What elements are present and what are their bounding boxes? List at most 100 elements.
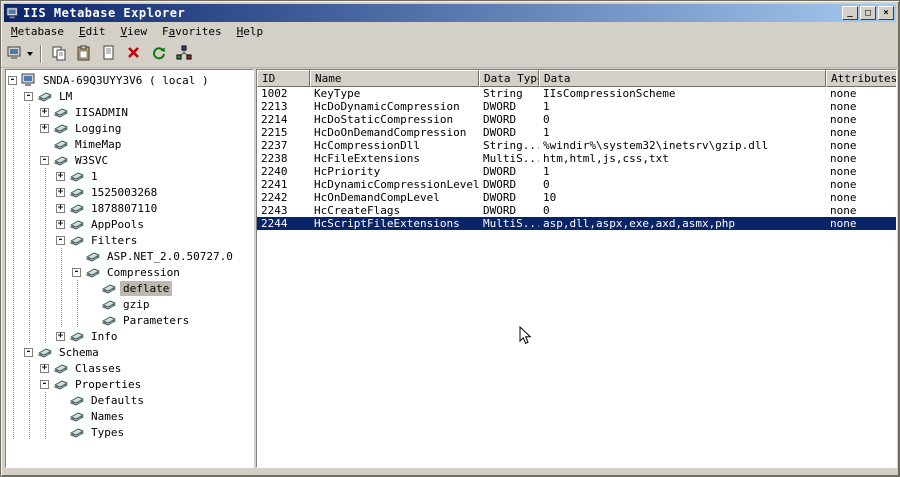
properties-button[interactable] [97,43,121,65]
maximize-button[interactable]: □ [860,6,876,20]
node-icon [101,281,117,295]
tree-expander-plus-icon[interactable]: + [40,120,52,136]
tree-item-names[interactable]: Names [8,408,253,424]
column-header-data-type[interactable]: Data Type [479,70,539,87]
tree-item-asp-net-2-0-50727-0[interactable]: ASP.NET_2.0.50727.0 [8,248,253,264]
tree-item-1[interactable]: +1 [8,168,253,184]
cell-data-type: DWORD [483,165,517,178]
tree-item-schema[interactable]: - Schema [8,344,253,360]
tree-expander-plus-icon[interactable]: + [40,360,52,376]
table-row-2242[interactable]: 2242 HcOnDemandCompLevel DWORD 10 none [257,191,896,204]
tree-item-types[interactable]: Types [8,424,253,440]
tree-item-1525003268[interactable]: +1525003268 [8,184,253,200]
main-area: - SNDA-69Q3UYY3V6 ( local ) - LM + IISADMIN + L… [5,69,897,468]
cell-data: asp,dll,aspx,exe,axd,asmx,php [543,217,736,230]
tree-expander-minus-icon[interactable]: - [72,264,84,280]
table-row-2238[interactable]: 2238 HcFileExtensions MultiS... htm,html,js… [257,152,896,165]
permissions-button[interactable] [172,43,196,65]
paste-button[interactable] [72,43,96,65]
tree-item-iisadmin[interactable]: + IISADMIN [8,104,253,120]
refresh-button[interactable] [147,43,171,65]
table-row-2215[interactable]: 2215 HcDoOnDemandCompression DWORD 1 none [257,126,896,139]
tree-expander-minus-icon[interactable]: - [56,232,68,248]
tree-indent-guide [24,120,40,136]
tree-item-deflate[interactable]: deflate [8,280,253,296]
column-header-name[interactable]: Name [310,70,479,87]
tree-indent-guide [72,312,88,328]
tree-expander-plus-icon[interactable]: + [56,168,68,184]
tree-indent-guide [24,376,40,392]
tree-item-gzip[interactable]: gzip [8,296,253,312]
copy-button[interactable] [47,43,71,65]
tree-item-lm[interactable]: - LM [8,88,253,104]
tree-item-defaults[interactable]: Defaults [8,392,253,408]
delete-button[interactable] [122,43,146,65]
minimize-button[interactable]: _ [842,6,858,20]
titlebar[interactable]: IIS Metabase Explorer _ □ × [4,4,896,22]
tree-item-snda-69q3uyy3v6-local[interactable]: - SNDA-69Q3UYY3V6 ( local ) [8,72,253,88]
tree-expander-plus-icon[interactable]: + [40,104,52,120]
cell-id: 2243 [261,204,288,217]
cell-id: 2238 [261,152,288,165]
tree-expander-minus-icon[interactable]: - [24,88,36,104]
cell-id: 2214 [261,113,288,126]
node-icon [69,233,85,247]
menu-item-help[interactable]: Help [230,23,272,40]
tree-indent-guide [40,408,56,424]
menu-item-metabase[interactable]: Metabase [4,23,72,40]
tree-expander-plus-icon[interactable]: + [56,200,68,216]
tree-expander-plus-icon[interactable]: + [56,328,68,344]
tree-expander-minus-icon[interactable]: - [40,376,52,392]
tree-indent-guide [8,168,24,184]
tree-indent-guide [8,232,24,248]
tree-item-w3svc[interactable]: - W3SVC [8,152,253,168]
tree-indent-guide [24,264,40,280]
column-header-data[interactable]: Data [539,70,826,87]
close-button[interactable]: × [878,6,894,20]
table-row-1002[interactable]: 1002 KeyType String IIsCompressionScheme non… [257,87,896,100]
tree-item-properties[interactable]: - Properties [8,376,253,392]
tree-item-compression[interactable]: - Compression [8,264,253,280]
table-row-2237[interactable]: 2237 HcCompressionDll String... %windir%\sy… [257,139,896,152]
tree-expander-minus-icon[interactable]: - [8,72,20,88]
tree-item-parameters[interactable]: Parameters [8,312,253,328]
table-row-2241[interactable]: 2241 HcDynamicCompressionLevel DWORD 0 none [257,178,896,191]
menubar: Metabase Edit View Favorites Help [1,22,899,41]
tree-expander-spacer [88,312,100,328]
cell-name: HcCreateFlags [314,204,401,217]
tree-item-filters[interactable]: - Filters [8,232,253,248]
tree-indent-guide [24,136,40,152]
column-header-attributes[interactable]: Attributes [826,70,896,87]
tree-indent-guide [40,248,56,264]
tree-item-1878807110[interactable]: +1878807110 [8,200,253,216]
tree-item-classes[interactable]: + Classes [8,360,253,376]
cell-name: KeyType [314,87,361,100]
cell-data-type: DWORD [483,178,517,191]
table-row-2214[interactable]: 2214 HcDoStaticCompression DWORD 0 none [257,113,896,126]
table-row-2243[interactable]: 2243 HcCreateFlags DWORD 0 none [257,204,896,217]
tree-item-apppools[interactable]: + AppPools [8,216,253,232]
menu-item-edit[interactable]: Edit [72,23,114,40]
tree-item-label: AppPools [91,217,144,231]
tree-indent-guide [24,168,40,184]
table-row-2240[interactable]: 2240 HcPriority DWORD 1 none [257,165,896,178]
connect-button[interactable] [5,43,35,65]
table-row-2244[interactable]: 2244 HcScriptFileExtensions MultiS... asp,d… [257,217,896,230]
tree-item-info[interactable]: + Info [8,328,253,344]
menu-item-view[interactable]: View [114,23,156,40]
tree-expander-minus-icon[interactable]: - [40,152,52,168]
tree-item-logging[interactable]: + Logging [8,120,253,136]
cell-attributes: none [830,217,857,230]
table-row-2213[interactable]: 2213 HcDoDynamicCompression DWORD 1 none [257,100,896,113]
node-icon [53,137,69,151]
cell-id: 2237 [261,139,288,152]
tree-expander-minus-icon[interactable]: - [24,344,36,360]
tree-expander-plus-icon[interactable]: + [56,216,68,232]
dropdown-arrow-icon[interactable] [27,52,33,56]
node-icon [53,377,69,391]
menu-item-favorites[interactable]: Favorites [155,23,230,40]
tree-expander-plus-icon[interactable]: + [56,184,68,200]
tree-indent-guide [24,104,40,120]
column-header-id[interactable]: ID [257,70,310,87]
tree-item-mimemap[interactable]: MimeMap [8,136,253,152]
